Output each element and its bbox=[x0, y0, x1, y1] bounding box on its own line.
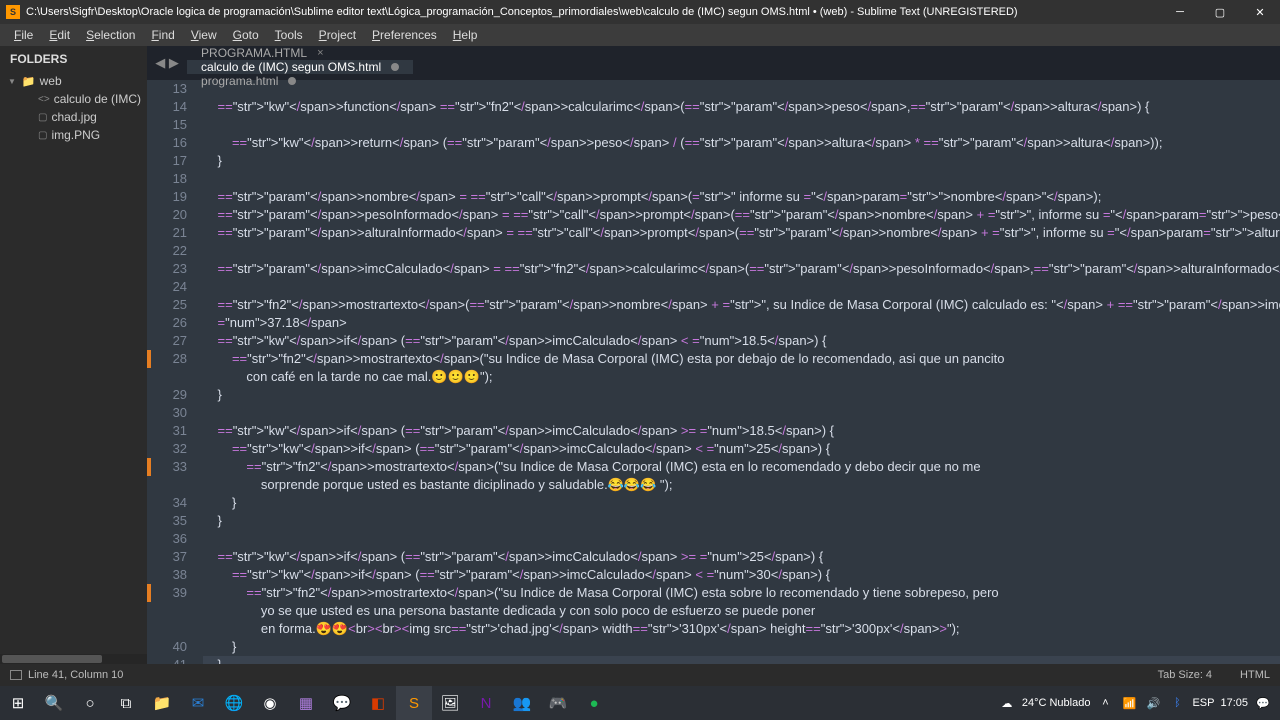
sidebar-scrollbar[interactable] bbox=[0, 654, 147, 664]
menu-project[interactable]: Project bbox=[311, 28, 364, 42]
discord-icon[interactable]: 🎮 bbox=[540, 686, 576, 720]
menu-selection[interactable]: Selection bbox=[78, 28, 143, 42]
panel-icon[interactable] bbox=[10, 670, 22, 680]
chevron-down-icon: ▼ bbox=[8, 77, 16, 86]
app-icon-misc[interactable]: 🖼 bbox=[432, 686, 468, 720]
cursor-position[interactable]: Line 41, Column 10 bbox=[28, 669, 123, 681]
folder-label: web bbox=[40, 74, 62, 88]
menu-file[interactable]: File bbox=[6, 28, 41, 42]
sublime-icon[interactable]: S bbox=[396, 686, 432, 720]
app-icon: S bbox=[6, 5, 20, 19]
weather-icon[interactable]: ☁ bbox=[998, 694, 1016, 712]
mail-icon[interactable]: ✉ bbox=[180, 686, 216, 720]
menubar: FileEditSelectionFindViewGotoToolsProjec… bbox=[0, 24, 1280, 46]
tab-nav-arrows[interactable]: ◀ ▶ bbox=[147, 46, 187, 80]
notifications-icon[interactable]: 💬 bbox=[1254, 694, 1272, 712]
tab-row: ◀ ▶ PROGRAMA.HTML×calculo de (IMC) segun… bbox=[147, 46, 1280, 80]
volume-icon[interactable]: 🔊 bbox=[1144, 694, 1162, 712]
statusbar: Line 41, Column 10 Tab Size: 4 HTML bbox=[0, 664, 1280, 686]
file-icon: ▢ bbox=[38, 112, 47, 123]
editor-pane: ◀ ▶ PROGRAMA.HTML×calculo de (IMC) segun… bbox=[147, 46, 1280, 664]
language-indicator[interactable]: ESP bbox=[1192, 697, 1214, 709]
file-item[interactable]: <>calculo de (IMC) bbox=[0, 90, 147, 108]
code-content[interactable]: =="str">"kw"</span>>function</span> =="s… bbox=[201, 80, 1280, 664]
clock[interactable]: 17:05 bbox=[1220, 697, 1248, 709]
taskbar: ⊞ 🔍 ○ ⧉ 📁 ✉ 🌐 ◉ ▦ 💬 ◧ S 🖼 N 👥 🎮 ● ☁ 24°C… bbox=[0, 686, 1280, 720]
code-area[interactable]: 13141516171819202122232425262728 2930313… bbox=[147, 80, 1280, 664]
taskview-icon[interactable]: ⧉ bbox=[108, 686, 144, 720]
minimize-button[interactable]: ─ bbox=[1160, 0, 1200, 24]
cortana-icon[interactable]: ○ bbox=[72, 686, 108, 720]
dirty-indicator-icon bbox=[391, 63, 399, 71]
file-item[interactable]: ▢img.PNG bbox=[0, 126, 147, 144]
sidebar: FOLDERS ▼ 📁 web <>calculo de (IMC)▢chad.… bbox=[0, 46, 147, 664]
tab[interactable]: calculo de (IMC) segun OMS.html bbox=[187, 60, 413, 74]
onenote-icon[interactable]: N bbox=[468, 686, 504, 720]
window-title: C:\Users\Sigfr\Desktop\Oracle logica de … bbox=[26, 6, 1160, 18]
tab-size[interactable]: Tab Size: 4 bbox=[1158, 669, 1212, 681]
line-numbers: 13141516171819202122232425262728 2930313… bbox=[153, 80, 201, 664]
whatsapp-icon[interactable]: 💬 bbox=[324, 686, 360, 720]
search-icon[interactable]: 🔍 bbox=[36, 686, 72, 720]
syntax-mode[interactable]: HTML bbox=[1240, 669, 1270, 681]
tab[interactable]: PROGRAMA.HTML× bbox=[187, 46, 413, 60]
menu-preferences[interactable]: Preferences bbox=[364, 28, 445, 42]
office-icon[interactable]: ◧ bbox=[360, 686, 396, 720]
close-tab-icon[interactable]: × bbox=[317, 47, 323, 59]
menu-goto[interactable]: Goto bbox=[225, 28, 267, 42]
tray-chevron-icon[interactable]: ˄ bbox=[1096, 694, 1114, 712]
folder-root[interactable]: ▼ 📁 web bbox=[0, 72, 147, 90]
menu-tools[interactable]: Tools bbox=[267, 28, 311, 42]
maximize-button[interactable]: ▢ bbox=[1200, 0, 1240, 24]
app-icon-purple[interactable]: ▦ bbox=[288, 686, 324, 720]
menu-find[interactable]: Find bbox=[143, 28, 182, 42]
start-button[interactable]: ⊞ bbox=[0, 686, 36, 720]
file-icon: ▢ bbox=[38, 130, 47, 141]
menu-edit[interactable]: Edit bbox=[41, 28, 78, 42]
menu-help[interactable]: Help bbox=[445, 28, 486, 42]
weather-text[interactable]: 24°C Nublado bbox=[1022, 697, 1091, 709]
teams-icon[interactable]: 👥 bbox=[504, 686, 540, 720]
sidebar-title: FOLDERS bbox=[0, 46, 147, 72]
file-item[interactable]: ▢chad.jpg bbox=[0, 108, 147, 126]
wifi-icon[interactable]: 📶 bbox=[1120, 694, 1138, 712]
chrome-icon[interactable]: ◉ bbox=[252, 686, 288, 720]
titlebar: S C:\Users\Sigfr\Desktop\Oracle logica d… bbox=[0, 0, 1280, 24]
spotify-icon[interactable]: ● bbox=[576, 686, 612, 720]
explorer-icon[interactable]: 📁 bbox=[144, 686, 180, 720]
bluetooth-icon[interactable]: ᛒ bbox=[1168, 694, 1186, 712]
folder-icon: 📁 bbox=[22, 75, 36, 88]
edge-icon[interactable]: 🌐 bbox=[216, 686, 252, 720]
file-icon: <> bbox=[38, 94, 50, 105]
menu-view[interactable]: View bbox=[183, 28, 225, 42]
close-button[interactable]: ✕ bbox=[1240, 0, 1280, 24]
